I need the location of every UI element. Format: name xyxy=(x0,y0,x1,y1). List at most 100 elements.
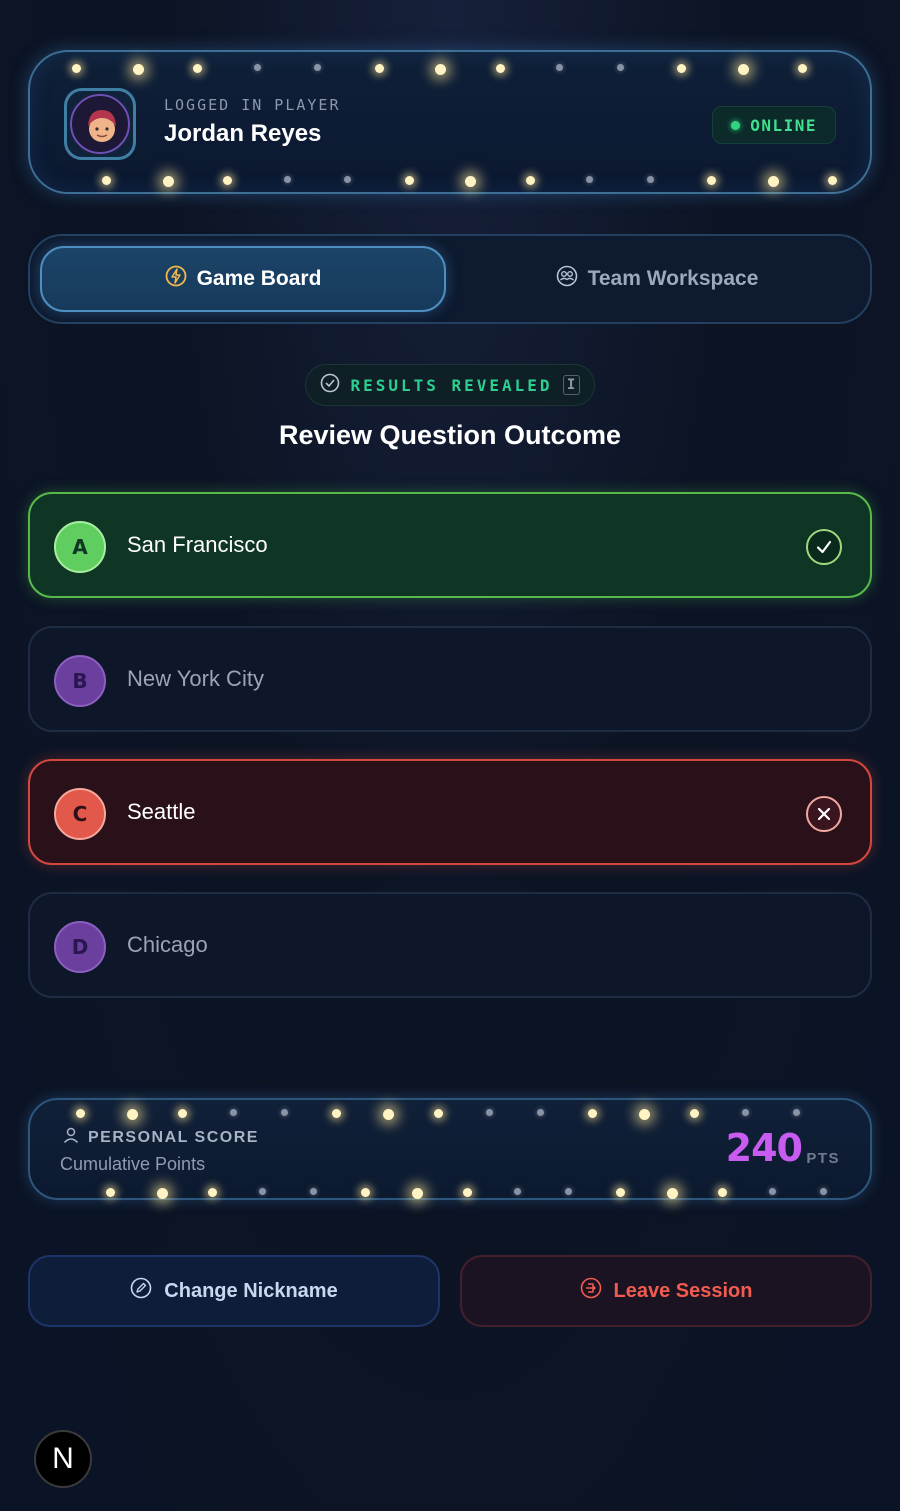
exit-icon xyxy=(580,1277,602,1305)
player-name: Jordan Reyes xyxy=(164,120,322,147)
marquee-bulb xyxy=(383,1109,395,1120)
marquee-bulb xyxy=(208,1188,217,1197)
text-cursor-icon: I xyxy=(562,375,580,395)
option-letter: D xyxy=(54,921,106,973)
marquee-bulb xyxy=(435,64,446,75)
marquee-bulb xyxy=(280,1109,288,1116)
marquee-bulb xyxy=(434,1109,444,1118)
marquee-bulb xyxy=(229,1109,237,1116)
answer-option-b[interactable]: B New York City xyxy=(28,626,872,732)
wrong-x-icon xyxy=(806,796,842,832)
marquee-bulb xyxy=(314,64,321,71)
option-text: Seattle xyxy=(127,799,196,824)
marquee-bulb xyxy=(767,176,779,187)
marquee-bulb xyxy=(193,64,202,73)
marquee-bulb xyxy=(132,64,144,75)
answer-option-d[interactable]: D Chicago xyxy=(28,892,872,998)
marquee-bulb xyxy=(485,1109,493,1116)
tab-game-board[interactable]: Game Board xyxy=(40,246,446,312)
status-badge: ONLINE xyxy=(712,106,836,144)
marquee-bulb xyxy=(283,176,291,183)
marquee-bulb xyxy=(76,1109,85,1118)
button-label: Change Nickname xyxy=(164,1279,338,1302)
player-label: LOGGED IN PLAYER xyxy=(164,96,341,114)
option-text: Chicago xyxy=(127,932,208,957)
marquee-bulb xyxy=(677,64,686,73)
correct-check-icon xyxy=(806,529,842,565)
marquee-bulb xyxy=(361,1188,370,1197)
marquee-bulb xyxy=(253,64,261,71)
marquee-bulb xyxy=(588,1109,597,1118)
marquee-bulb xyxy=(223,176,232,185)
marquee-bulb xyxy=(514,1188,521,1195)
marquee-bulb xyxy=(72,64,81,73)
marquee-bulb xyxy=(157,1188,168,1199)
answer-option-a[interactable]: A San Francisco xyxy=(28,492,872,598)
marquee-bulb xyxy=(106,1188,115,1197)
option-letter: A xyxy=(54,521,106,573)
tab-team-workspace[interactable]: Team Workspace xyxy=(454,246,860,312)
score-unit: PTS xyxy=(806,1150,840,1167)
option-text: San Francisco xyxy=(127,532,268,557)
marquee-bulb xyxy=(332,1109,341,1118)
marquee-bulb xyxy=(690,1109,700,1118)
check-circle-icon xyxy=(320,373,340,397)
option-letter: B xyxy=(54,655,106,707)
marquee-bulb xyxy=(495,64,505,73)
marquee-bulb xyxy=(586,176,593,183)
marquee-bulb xyxy=(404,176,414,185)
avatar-face-icon xyxy=(70,94,130,154)
avatar[interactable] xyxy=(64,88,136,160)
marquee-bulb xyxy=(769,1188,776,1195)
option-letter: C xyxy=(54,788,106,840)
marquee-bulb xyxy=(616,64,624,71)
marquee-bulb xyxy=(718,1188,727,1197)
score-value: 240 xyxy=(725,1126,803,1170)
tab-bar: Game Board Team Workspace xyxy=(28,234,872,324)
marquee-bulb xyxy=(556,64,563,71)
marquee-bulb xyxy=(565,1188,572,1195)
leave-session-button[interactable]: Leave Session xyxy=(460,1255,872,1327)
tab-label: Team Workspace xyxy=(587,267,759,290)
marquee-bulb xyxy=(798,64,807,73)
marquee-bulb xyxy=(259,1188,266,1195)
marquee-bulb xyxy=(667,1188,678,1199)
marquee-bulb xyxy=(525,176,535,185)
score-label: PERSONAL SCORE xyxy=(62,1126,259,1149)
marquee-bulb xyxy=(616,1188,625,1197)
results-badge: RESULTS REVEALED I xyxy=(305,364,595,406)
marquee-bulb xyxy=(707,176,716,185)
marquee-bulb xyxy=(465,176,476,187)
marquee-bulb xyxy=(162,176,174,187)
marquee-bulb xyxy=(639,1109,651,1120)
pencil-icon xyxy=(130,1277,152,1305)
user-icon xyxy=(62,1126,80,1149)
marquee-bulb xyxy=(310,1188,317,1195)
marquee-bulb xyxy=(374,64,384,73)
option-text: New York City xyxy=(127,666,264,691)
score-card: PERSONAL SCORE Cumulative Points 240 PTS xyxy=(28,1098,872,1200)
status-text: ONLINE xyxy=(750,115,817,135)
marquee-bulb xyxy=(344,176,351,183)
score-sublabel: Cumulative Points xyxy=(60,1154,206,1174)
marquee-bulb xyxy=(127,1109,139,1120)
marquee-bulb xyxy=(741,1109,749,1116)
online-dot-icon xyxy=(731,120,741,130)
marquee-bulb xyxy=(178,1109,188,1118)
marquee-bulb xyxy=(536,1109,544,1116)
marquee-bulb xyxy=(828,176,837,185)
results-badge-text: RESULTS REVEALED xyxy=(350,375,553,395)
team-icon xyxy=(556,265,578,293)
n-logo-button[interactable]: N xyxy=(34,1430,92,1488)
lightning-icon xyxy=(165,265,187,293)
button-label: Leave Session xyxy=(613,1279,753,1302)
tab-label: Game Board xyxy=(196,267,322,290)
marquee-bulb xyxy=(102,176,111,185)
score-label-text: PERSONAL SCORE xyxy=(88,1128,259,1146)
marquee-bulb xyxy=(646,176,654,183)
marquee-bulb xyxy=(737,64,749,75)
marquee-bulb xyxy=(820,1188,827,1195)
change-nickname-button[interactable]: Change Nickname xyxy=(28,1255,440,1327)
answer-option-c[interactable]: C Seattle xyxy=(28,759,872,865)
marquee-bulb xyxy=(463,1188,472,1197)
